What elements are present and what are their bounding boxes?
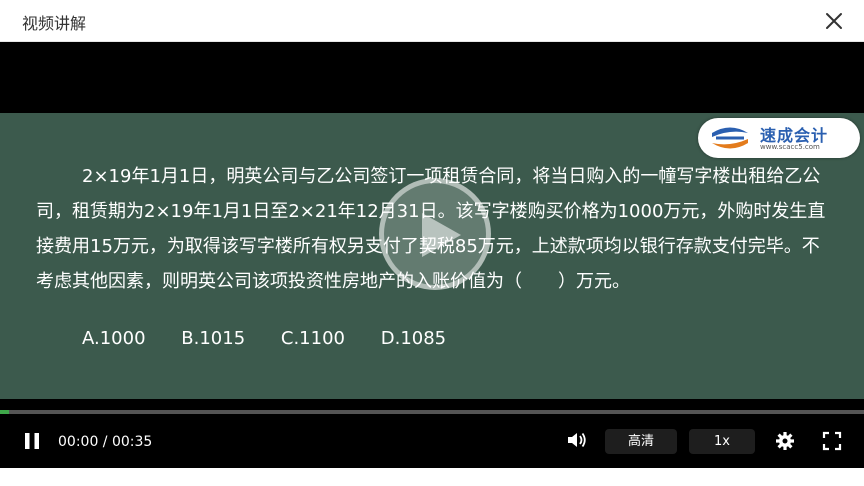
- logo-url: www.scacc5.com: [760, 143, 820, 151]
- option-d: D.1085: [380, 328, 447, 349]
- play-icon: [422, 213, 461, 257]
- option-a: A.1000: [82, 328, 146, 349]
- quality-button[interactable]: 高清: [605, 429, 677, 454]
- time-display: 00:00 / 00:35: [58, 434, 153, 450]
- gear-icon: [776, 432, 794, 450]
- option-b: B.1015: [181, 328, 246, 349]
- fullscreen-button[interactable]: [822, 431, 842, 451]
- dialog-header: 视频讲解: [0, 0, 864, 42]
- video-player[interactable]: 速成会计 www.scacc5.com 2×19年1月1日，明英公司与乙公司签订…: [0, 42, 864, 468]
- dialog-title: 视频讲解: [22, 14, 87, 33]
- speed-button[interactable]: 1x: [689, 429, 755, 454]
- settings-button[interactable]: [775, 431, 795, 451]
- fullscreen-icon: [822, 431, 842, 451]
- brand-logo: 速成会计 www.scacc5.com: [698, 118, 860, 158]
- option-c: C.1100: [280, 328, 345, 349]
- play-overlay-button[interactable]: [379, 178, 491, 290]
- volume-icon: [568, 432, 586, 448]
- control-bar: 00:00 / 00:35 高清 1x: [0, 414, 864, 468]
- pause-button[interactable]: [24, 432, 40, 450]
- pause-icon: [25, 433, 39, 449]
- logo-mark-icon: [712, 127, 748, 149]
- close-icon[interactable]: [822, 9, 846, 33]
- volume-button[interactable]: [566, 430, 588, 450]
- answer-options: A.1000 B.1015 C.1100 D.1085: [82, 328, 476, 349]
